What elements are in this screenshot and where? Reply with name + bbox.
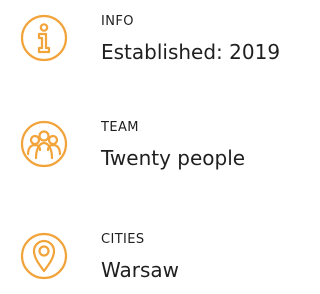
team-label: TEAM xyxy=(101,120,139,135)
cities-value: Warsaw xyxy=(101,258,180,282)
location-pin-icon xyxy=(20,232,68,280)
info-item-cities: CITIES Warsaw xyxy=(0,224,314,294)
team-value: Twenty people xyxy=(101,146,246,170)
team-icon xyxy=(20,120,68,168)
info-list: INFO Established: 2019 TEAM Twenty peopl… xyxy=(0,0,314,294)
info-item-team: TEAM Twenty people xyxy=(0,112,314,184)
cities-label: CITIES xyxy=(101,232,145,247)
info-value: Established: 2019 xyxy=(101,40,281,64)
info-item-info: INFO Established: 2019 xyxy=(0,6,314,78)
info-label: INFO xyxy=(101,14,134,29)
info-icon xyxy=(20,14,68,62)
